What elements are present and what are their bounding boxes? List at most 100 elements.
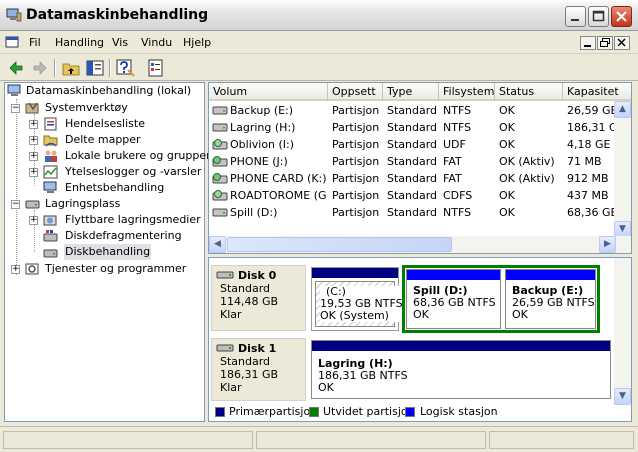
menu-help[interactable]: Hjelp xyxy=(183,36,211,49)
disk-1-header[interactable]: Disk 1 Standard 186,31 GB Klar xyxy=(211,338,306,401)
cell-capacity: 68,36 GE xyxy=(567,206,615,219)
restore-icon xyxy=(600,38,610,47)
help-icon[interactable] xyxy=(115,58,135,78)
device-manager-icon xyxy=(43,181,57,193)
minimize-button[interactable] xyxy=(565,6,586,27)
storage-icon xyxy=(25,200,40,209)
cell-volume: Oblivion (I:) xyxy=(230,138,295,151)
horizontal-scroll-thumb[interactable] xyxy=(227,237,452,252)
properties-icon[interactable] xyxy=(146,58,166,78)
expand-icon[interactable]: + xyxy=(11,265,20,274)
cell-fs: FAT xyxy=(443,172,462,185)
volume-row[interactable]: Oblivion (I:) Partisjon Standard UDF OK 4,18 … xyxy=(209,136,617,153)
cell-type: Standard xyxy=(387,172,438,185)
back-icon[interactable] xyxy=(6,58,26,78)
volume-row[interactable]: PHONE CARD (K:) Partisjon Standard FAT OK (A… xyxy=(209,170,617,187)
column-header-status[interactable]: Status xyxy=(495,83,563,101)
cell-type: Standard xyxy=(387,121,438,134)
cell-type: Standard xyxy=(387,189,438,202)
cell-status: OK xyxy=(499,138,515,151)
menu-action[interactable]: Handling xyxy=(55,36,104,49)
column-header-type[interactable]: Type xyxy=(383,83,439,101)
cell-volume: ROADTOROME (G:) xyxy=(230,189,326,202)
cell-volume: Backup (E:) xyxy=(230,104,294,117)
scroll-right-button[interactable]: ▶ xyxy=(599,236,616,253)
column-header-volume[interactable]: Volum xyxy=(209,83,328,101)
close-icon xyxy=(616,11,627,22)
horizontal-scrollbar[interactable]: ◀ ▶ xyxy=(209,236,631,253)
expand-icon[interactable]: + xyxy=(29,136,38,145)
hard-drive-icon xyxy=(212,208,228,217)
disk-state: Klar xyxy=(220,308,242,321)
column-header-layout[interactable]: Oppsett xyxy=(328,83,383,101)
child-restore-button[interactable] xyxy=(597,36,613,50)
volume-row[interactable]: PHONE (J:) Partisjon Standard FAT OK (Aktiv)… xyxy=(209,153,617,170)
performance-logs-icon xyxy=(43,165,58,179)
removable-storage-icon xyxy=(43,215,57,226)
title-bar: Datamaskinbehandling xyxy=(0,0,638,31)
partition-d[interactable]: Spill (D:) 68,36 GB NTFS OK xyxy=(406,269,501,329)
cell-volume: PHONE (J:) xyxy=(230,155,288,168)
tree-label: Systemverktøy xyxy=(45,101,128,114)
cell-status: OK xyxy=(499,189,515,202)
tree-label: Lokale brukere og grupper xyxy=(65,149,211,162)
disk-state: Klar xyxy=(220,381,242,394)
console-tree: Datamaskinbehandling (lokal) − Systemver… xyxy=(4,82,211,422)
expand-icon[interactable]: + xyxy=(29,120,38,129)
disk-size: 114,48 GB xyxy=(220,295,279,308)
maximize-button[interactable] xyxy=(588,6,609,27)
partition-status: OK xyxy=(512,308,528,321)
expand-icon[interactable]: + xyxy=(29,216,38,225)
column-header-filesystem[interactable]: Filsystem xyxy=(439,83,495,101)
document-window-icon xyxy=(5,36,19,48)
volume-row[interactable]: Backup (E:) Partisjon Standard NTFS OK 26,59 … xyxy=(209,102,617,119)
menu-window[interactable]: Vindu xyxy=(141,36,172,49)
volume-row[interactable]: ROADTOROME (G:) Partisjon Standard CDFS OK 43… xyxy=(209,187,617,204)
collapse-icon[interactable]: − xyxy=(11,104,20,113)
scroll-left-button[interactable]: ◀ xyxy=(209,236,226,253)
graphical-view-scrollbar[interactable]: ▼ xyxy=(614,258,631,405)
close-icon xyxy=(617,38,626,47)
scroll-up-button[interactable]: ▲ xyxy=(614,101,631,118)
volume-row[interactable]: Spill (D:) Partisjon Standard NTFS OK 68,36 G… xyxy=(209,204,617,221)
hard-drive-icon xyxy=(212,123,228,132)
partition-status: OK xyxy=(413,308,429,321)
disk-graphical-view: Disk 0 Standard 114,48 GB Klar (C:) 19,5… xyxy=(208,257,632,422)
status-segment xyxy=(256,431,486,449)
tree-label: Enhetsbehandling xyxy=(65,181,165,194)
partition-c[interactable]: (C:) 19,53 GB NTFS OK (System) xyxy=(311,267,403,331)
close-button[interactable] xyxy=(611,6,632,27)
disk-size: 186,31 GB xyxy=(220,368,279,381)
scroll-down-button[interactable]: ▼ xyxy=(614,388,631,405)
menu-view[interactable]: Vis xyxy=(112,36,128,49)
child-close-button[interactable] xyxy=(614,36,630,50)
show-tree-icon[interactable] xyxy=(85,58,105,78)
partition-h[interactable]: Lagring (H:) 186,31 GB NTFS OK xyxy=(311,340,611,399)
maximize-icon xyxy=(592,10,605,22)
disk-0-header[interactable]: Disk 0 Standard 114,48 GB Klar xyxy=(211,265,306,331)
expand-icon[interactable]: + xyxy=(29,152,38,161)
tree-label: Flyttbare lagringsmedier xyxy=(65,213,201,226)
cell-fs: NTFS xyxy=(443,121,472,134)
column-header-capacity[interactable]: Kapasitet xyxy=(563,83,631,101)
cell-capacity: 437 MB xyxy=(567,189,609,202)
services-icon xyxy=(25,263,39,275)
up-folder-icon[interactable] xyxy=(61,58,81,78)
tree-connector xyxy=(16,99,17,275)
menu-file[interactable]: Fil xyxy=(29,36,41,49)
legend: Primærpartisjon Utvidet partisjon Logisk… xyxy=(209,403,615,421)
cell-fs: FAT xyxy=(443,155,462,168)
volume-row[interactable]: Lagring (H:) Partisjon Standard NTFS OK 186,3… xyxy=(209,119,617,136)
cell-fs: NTFS xyxy=(443,104,472,117)
partition-e[interactable]: Backup (E:) 26,59 GB NTFS OK xyxy=(505,269,596,329)
cell-layout: Partisjon xyxy=(332,172,380,185)
cell-layout: Partisjon xyxy=(332,189,380,202)
vertical-scrollbar[interactable]: ▲ ▼ xyxy=(614,101,631,238)
cell-capacity: 26,59 GE xyxy=(567,104,615,117)
forward-icon[interactable] xyxy=(30,58,50,78)
child-minimize-button[interactable] xyxy=(580,36,596,50)
expand-icon[interactable]: + xyxy=(29,168,38,177)
tree-label: Diskdefragmentering xyxy=(65,229,182,242)
collapse-icon[interactable]: − xyxy=(11,200,20,209)
minimize-icon xyxy=(571,19,579,21)
